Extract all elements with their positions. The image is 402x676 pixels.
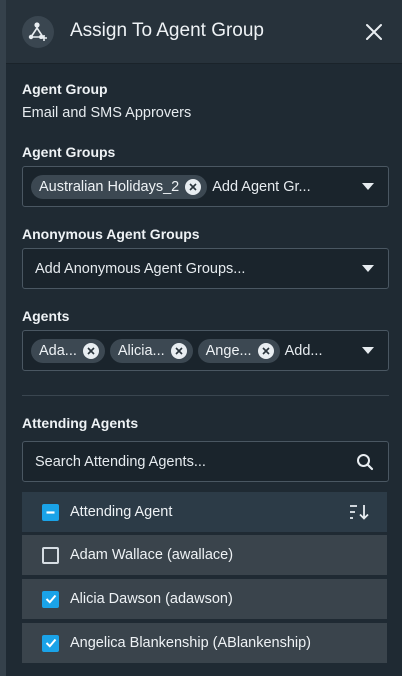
dialog-title: Assign To Agent Group <box>70 20 264 41</box>
agents-label: Agents <box>22 308 70 324</box>
list-header-row: Attending Agent <box>22 492 387 532</box>
agent-group-add-icon <box>22 16 54 48</box>
agent-groups-select[interactable]: Australian Holidays_2 Add Agent Gr... <box>22 166 389 207</box>
agent-name: Alicia Dawson (adawson) <box>70 591 233 607</box>
agent-chip: Ange... <box>197 338 280 363</box>
chevron-down-icon[interactable] <box>362 265 374 272</box>
chip-label: Ange... <box>205 342 252 359</box>
sort-icon[interactable] <box>349 503 371 521</box>
search-icon[interactable] <box>356 453 374 471</box>
chip-label: Ada... <box>39 342 77 359</box>
chip-remove-icon[interactable] <box>82 342 99 359</box>
agent-chip: Ada... <box>31 338 105 363</box>
chip-remove-icon[interactable] <box>257 342 274 359</box>
anonymous-agent-groups-select[interactable]: Add Anonymous Agent Groups... <box>22 248 389 289</box>
agents-placeholder: Add... <box>284 342 323 359</box>
agent-group-label: Agent Group <box>22 81 108 97</box>
agent-checkbox[interactable] <box>42 546 59 564</box>
agent-name: Adam Wallace (awallace) <box>70 547 234 563</box>
agent-groups-label: Agent Groups <box>22 144 116 160</box>
chevron-down-icon[interactable] <box>362 347 374 354</box>
dialog-header: Assign To Agent Group <box>6 0 402 64</box>
agent-name: Angelica Blankenship (ABlankenship) <box>70 635 312 651</box>
list-item[interactable]: Adam Wallace (awallace) <box>22 535 387 575</box>
select-all-checkbox[interactable] <box>42 503 59 521</box>
chip-label: Alicia... <box>117 342 165 359</box>
dialog-body: Agent Group Email and SMS Approvers Agen… <box>6 65 402 676</box>
close-icon[interactable] <box>364 22 384 42</box>
column-header-label: Attending Agent <box>70 504 173 520</box>
anonymous-agent-groups-placeholder: Add Anonymous Agent Groups... <box>35 260 246 277</box>
chip-remove-icon[interactable] <box>185 178 202 195</box>
agent-group-chip: Australian Holidays_2 <box>31 174 208 199</box>
chip-remove-icon[interactable] <box>170 342 187 359</box>
agent-checkbox[interactable] <box>42 590 59 608</box>
agent-chip: Alicia... <box>109 338 193 363</box>
section-divider <box>22 395 389 396</box>
agent-groups-placeholder: Add Agent Gr... <box>212 178 311 195</box>
list-item[interactable]: Angelica Blankenship (ABlankenship) <box>22 623 387 663</box>
search-input[interactable] <box>23 442 343 481</box>
chevron-down-icon[interactable] <box>362 183 374 190</box>
agent-checkbox[interactable] <box>42 634 59 652</box>
list-item[interactable]: Alicia Dawson (adawson) <box>22 579 387 619</box>
anonymous-agent-groups-label: Anonymous Agent Groups <box>22 226 200 242</box>
agents-select[interactable]: Ada... Alicia... Ange... Add... <box>22 330 389 371</box>
agent-group-value: Email and SMS Approvers <box>22 105 192 121</box>
attending-agents-label: Attending Agents <box>22 415 139 431</box>
attending-agents-search[interactable] <box>22 441 389 482</box>
chip-label: Australian Holidays_2 <box>39 178 180 195</box>
